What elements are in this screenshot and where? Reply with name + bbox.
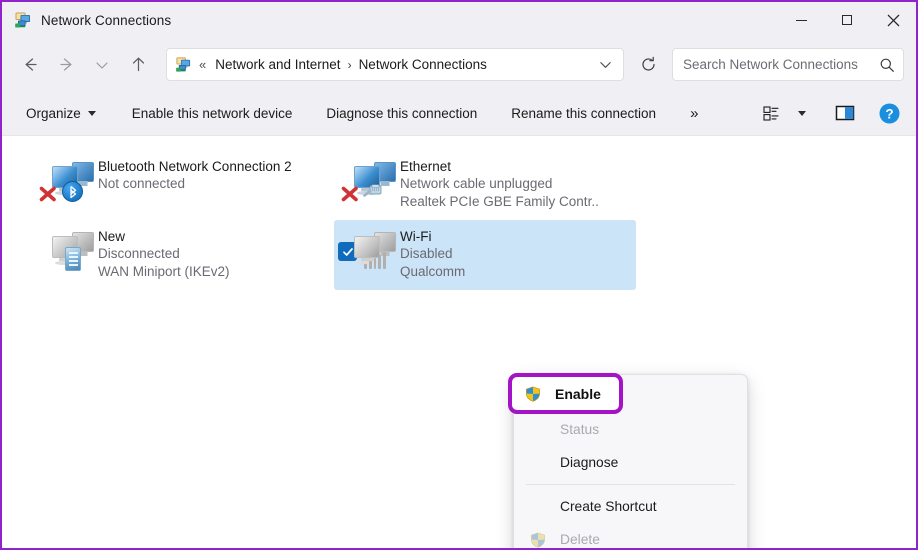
context-menu-item-status: Status [518,413,743,446]
connection-icon [36,227,98,283]
connection-status: Disconnected [98,245,230,263]
connection-icon [338,227,400,283]
enable-label: Enable [555,386,601,402]
command-bar-right: ? [756,97,908,129]
window-controls [778,2,916,38]
context-menu-label: Delete [560,532,600,547]
network-connections-window: Network Connections [0,0,918,550]
context-menu-separator [526,484,735,485]
connection-icon [36,157,98,213]
chevron-down-icon [798,111,806,116]
back-button[interactable] [12,49,48,81]
enable-network-device-button[interactable]: Enable this network device [122,99,303,128]
navigation-bar: « Network and Internet › Network Connect… [2,38,916,91]
organize-label: Organize [26,106,81,121]
connection-icon [338,157,400,213]
error-x-icon [38,184,58,204]
toolbar-overflow-button[interactable]: » [678,101,709,126]
connection-info: Ethernet Network cable unplugged Realtek… [400,157,600,211]
context-menu-label: Diagnose [560,455,618,470]
diagnose-connection-button[interactable]: Diagnose this connection [316,99,487,128]
chevron-down-icon [94,57,110,73]
connection-device: WAN Miniport (IKEv2) [98,263,230,281]
search-icon [879,57,895,73]
connection-status: Not connected [98,175,292,193]
address-dropdown-button[interactable] [591,51,619,78]
connection-status: Disabled [400,245,465,263]
close-icon [887,14,900,27]
connection-tile-wifi[interactable]: Wi-Fi Disabled Qualcomm [334,220,636,290]
minimize-icon [796,20,807,21]
context-menu-item-create-shortcut[interactable]: Create Shortcut [518,490,743,523]
organize-button[interactable]: Organize [16,99,106,128]
file-list-area[interactable]: Bluetooth Network Connection 2 Not conne… [2,136,916,550]
connection-name: Bluetooth Network Connection 2 [98,158,292,175]
view-options-button[interactable] [756,97,789,129]
connections-grid: Bluetooth Network Connection 2 Not conne… [2,146,916,290]
minimize-button[interactable] [778,2,824,38]
preview-pane-icon [834,104,856,122]
close-button[interactable] [870,2,916,38]
error-x-icon [340,184,360,204]
context-menu-label: Status [560,422,599,437]
connection-device: Qualcomm [400,263,465,281]
breadcrumb-overflow[interactable]: « [199,57,206,72]
command-bar: Organize Enable this network device Diag… [2,91,916,136]
network-connections-icon [14,11,32,29]
breadcrumb-network-and-internet[interactable]: Network and Internet [211,54,344,75]
context-menu-item-delete: Delete [518,523,743,550]
arrow-up-icon [129,55,148,74]
connection-tile-new[interactable]: New Disconnected WAN Miniport (IKEv2) [32,220,334,290]
search-box[interactable]: Search Network Connections [672,48,904,81]
enable-menu-item-highlight[interactable]: Enable [508,373,623,414]
connection-name: Ethernet [400,158,600,175]
connection-status: Network cable unplugged [400,175,600,193]
context-menu-item-diagnose[interactable]: Diagnose [518,446,743,479]
search-input[interactable]: Search Network Connections [683,57,879,72]
uac-shield-icon [525,386,555,402]
up-button[interactable] [120,49,156,81]
svg-text:?: ? [885,106,893,121]
breadcrumb-network-connections[interactable]: Network Connections [355,54,491,75]
bluetooth-badge-icon [62,181,83,202]
connection-info: New Disconnected WAN Miniport (IKEv2) [98,227,230,281]
forward-button[interactable] [48,49,84,81]
help-icon: ? [878,102,901,125]
ethernet-cable-badge-icon [363,184,387,198]
recent-locations-button[interactable] [84,49,120,81]
view-layout-icon [763,105,782,122]
connection-tile-bluetooth[interactable]: Bluetooth Network Connection 2 Not conne… [32,150,334,220]
connection-name: New [98,228,230,245]
address-bar[interactable]: « Network and Internet › Network Connect… [166,48,624,81]
help-button[interactable]: ? [871,97,908,129]
refresh-button[interactable] [632,49,664,81]
window-title: Network Connections [41,13,171,28]
arrow-right-icon [57,55,76,74]
server-badge-icon [65,247,81,271]
chevron-down-icon [88,111,96,116]
maximize-icon [842,15,852,25]
connection-name: Wi-Fi [400,228,465,245]
view-dropdown-button[interactable] [791,97,813,129]
address-bar-icon [175,56,192,73]
connection-device: Realtek PCIe GBE Family Contr... [400,193,600,211]
connection-info: Wi-Fi Disabled Qualcomm [400,227,465,281]
rename-connection-button[interactable]: Rename this connection [501,99,666,128]
arrow-left-icon [21,55,40,74]
connection-tile-ethernet[interactable]: Ethernet Network cable unplugged Realtek… [334,150,636,220]
refresh-icon [640,56,657,73]
breadcrumb-separator: › [348,58,352,72]
context-menu-label: Create Shortcut [560,499,657,514]
signal-bars-badge-icon [364,251,386,269]
connection-info: Bluetooth Network Connection 2 Not conne… [98,157,292,193]
title-bar: Network Connections [2,2,916,38]
preview-pane-button[interactable] [827,97,863,129]
maximize-button[interactable] [824,2,870,38]
uac-shield-icon [530,532,560,548]
chevron-down-icon [598,57,613,72]
